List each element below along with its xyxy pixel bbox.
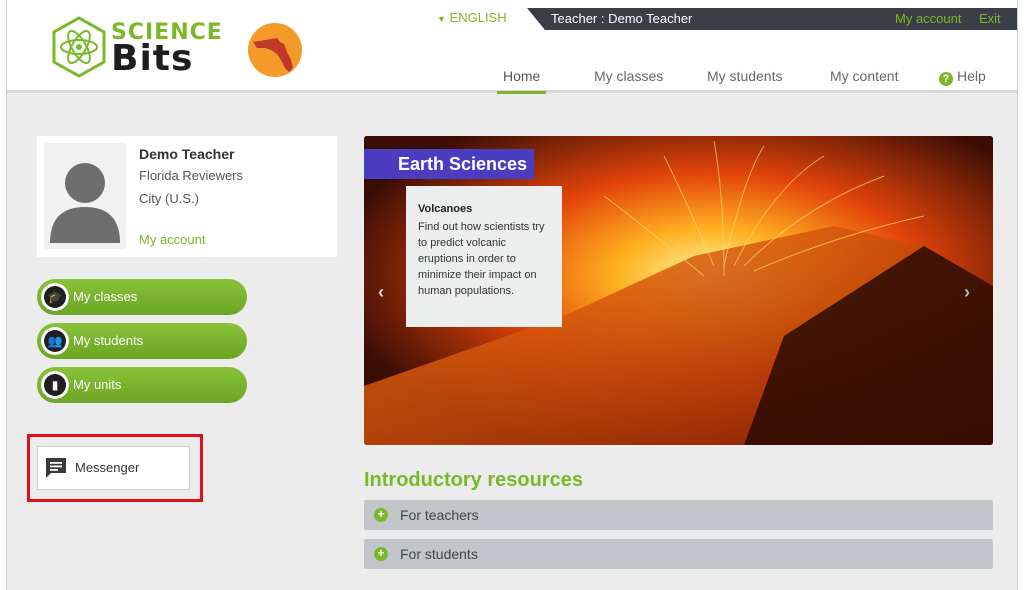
header: SCIENCE Bits ▼ ENGLISH Teacher : Demo Te…: [7, 0, 1017, 94]
caret-down-icon: ▼: [437, 14, 446, 24]
florida-badge-icon: [248, 23, 302, 77]
plus-icon: +: [374, 547, 388, 561]
nav-my-students[interactable]: My students: [707, 68, 782, 92]
chat-bubble-icon: [46, 458, 66, 478]
logo-bits-text: Bits: [111, 38, 194, 79]
exit-link[interactable]: Exit: [979, 11, 1001, 26]
my-students-label: My students: [73, 333, 144, 348]
nav-help[interactable]: ? Help: [939, 68, 986, 92]
profile-school: Florida Reviewers: [139, 168, 244, 183]
profile-name: Demo Teacher: [139, 146, 235, 162]
language-label: ENGLISH: [449, 10, 507, 25]
my-units-button[interactable]: ▮ My units: [37, 367, 247, 403]
carousel-category-tag[interactable]: Earth Sciences: [364, 149, 534, 179]
app-frame: SCIENCE Bits ▼ ENGLISH Teacher : Demo Te…: [6, 0, 1018, 590]
plus-icon: +: [374, 508, 388, 522]
book-icon: ▮: [44, 374, 66, 396]
for-teachers-accordion[interactable]: + For teachers: [364, 500, 993, 530]
top-bar: ▼ ENGLISH Teacher : Demo Teacher My acco…: [431, 8, 1017, 30]
language-selector[interactable]: ▼ ENGLISH: [431, 8, 523, 30]
my-classes-button[interactable]: 🎓 My classes: [37, 279, 247, 315]
messenger-button[interactable]: Messenger: [37, 446, 190, 490]
carousel-prev-arrow-icon[interactable]: ‹: [378, 282, 384, 303]
profile-card: Demo Teacher Florida Reviewers City (U.S…: [37, 136, 337, 257]
science-bits-logo[interactable]: SCIENCE Bits: [51, 16, 222, 80]
current-user-label: Teacher : Demo Teacher: [551, 11, 693, 26]
for-teachers-label: For teachers: [400, 507, 479, 523]
carousel-caption-card[interactable]: Volcanoes Find out how scientists try to…: [406, 186, 562, 327]
avatar-placeholder-icon: [44, 143, 126, 249]
carousel-next-arrow-icon[interactable]: ›: [964, 282, 970, 303]
messenger-label: Messenger: [75, 460, 140, 475]
profile-city: City (U.S.): [139, 191, 199, 206]
my-units-label: My units: [73, 377, 122, 392]
users-group-icon: 👥: [44, 330, 66, 352]
nav-my-classes[interactable]: My classes: [594, 68, 663, 92]
user-bar: Teacher : Demo Teacher My account Exit: [527, 8, 1017, 30]
for-students-label: For students: [400, 546, 478, 562]
my-students-button[interactable]: 👥 My students: [37, 323, 247, 359]
atom-logo-icon: [52, 16, 106, 78]
help-label: Help: [957, 68, 986, 84]
intro-resources-heading: Introductory resources: [364, 469, 583, 491]
help-icon: ?: [939, 72, 953, 86]
for-students-accordion[interactable]: + For students: [364, 539, 993, 569]
carousel-caption-title: Volcanoes: [418, 203, 473, 215]
featured-carousel: Earth Sciences Volcanoes Find out how sc…: [364, 136, 993, 445]
nav-my-content[interactable]: My content: [830, 68, 898, 92]
profile-my-account-link[interactable]: My account: [139, 232, 205, 247]
carousel-caption-text: Find out how scientists try to predict v…: [418, 221, 545, 297]
graduation-cap-icon: 🎓: [44, 286, 66, 308]
nav-home[interactable]: Home: [496, 68, 547, 94]
my-classes-label: My classes: [73, 289, 138, 304]
my-account-link[interactable]: My account: [895, 11, 961, 26]
